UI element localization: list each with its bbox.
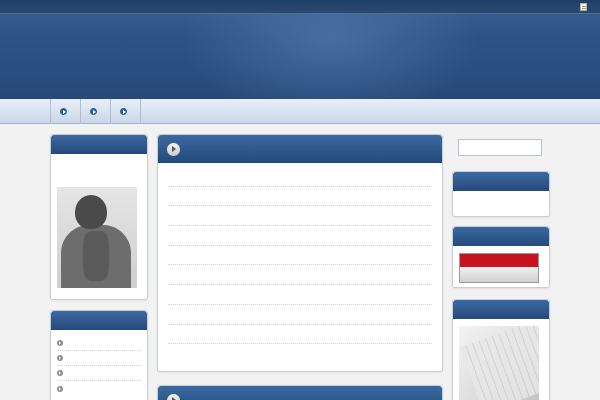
post-link[interactable] (168, 285, 432, 305)
category-item[interactable] (57, 351, 141, 366)
nav-item-contact[interactable] (110, 99, 141, 124)
person-body (61, 225, 131, 288)
post-link[interactable] (168, 344, 432, 364)
ranking-banner-top (460, 254, 538, 267)
ad-widget-title (453, 300, 549, 319)
bullet-icon (57, 355, 63, 361)
category-list (51, 330, 147, 400)
profile-widget-title (51, 135, 147, 154)
profile-text (51, 154, 147, 160)
main-nav (0, 99, 600, 124)
post-link[interactable] (168, 265, 432, 286)
arrow-right-icon (120, 108, 127, 115)
sidebar-widget-1-body (453, 191, 549, 207)
post-link[interactable] (168, 206, 432, 227)
nav-item-home[interactable] (50, 99, 80, 124)
top-link[interactable] (580, 3, 590, 11)
blog-ranking-banner[interactable] (459, 253, 539, 283)
bullet-icon (57, 370, 63, 376)
ranking-banner-bottom (460, 267, 538, 282)
site-header (0, 0, 600, 99)
post-link[interactable] (168, 226, 432, 246)
article-panel (157, 385, 443, 400)
category-item[interactable] (57, 366, 141, 381)
post-link[interactable] (168, 167, 432, 187)
arrow-right-icon (90, 108, 97, 115)
bullet-icon (57, 385, 63, 392)
keyboard-image (459, 326, 539, 400)
categories-widget-title (51, 311, 147, 330)
post-link[interactable] (168, 246, 432, 266)
category-item[interactable] (57, 336, 141, 351)
profile-widget (50, 134, 148, 300)
search-input[interactable] (458, 139, 542, 156)
bullet-icon (57, 340, 63, 346)
profile-photo (57, 187, 137, 288)
nav-item-about[interactable] (80, 99, 110, 124)
header-glow (180, 0, 480, 99)
note-icon (580, 3, 587, 11)
play-circle-icon (167, 142, 180, 156)
play-circle-icon (167, 393, 180, 400)
sidebar-widget-1-title (453, 172, 549, 191)
top-bar (0, 0, 600, 14)
person-head (75, 195, 107, 229)
ad-widget (452, 299, 550, 400)
post-link[interactable] (168, 305, 432, 325)
ranking-widget-title (453, 227, 549, 246)
affiliate-banner[interactable] (459, 326, 539, 400)
post-link[interactable] (168, 325, 432, 345)
arrow-right-icon (60, 108, 67, 115)
category-item[interactable] (57, 381, 141, 396)
recent-posts-header (158, 135, 442, 163)
ranking-widget (452, 226, 550, 288)
sidebar-widget-1 (452, 171, 550, 217)
article-header (158, 386, 442, 400)
categories-widget (50, 310, 148, 400)
post-list (158, 167, 442, 364)
recent-posts-panel (157, 134, 443, 372)
post-link[interactable] (168, 187, 432, 207)
